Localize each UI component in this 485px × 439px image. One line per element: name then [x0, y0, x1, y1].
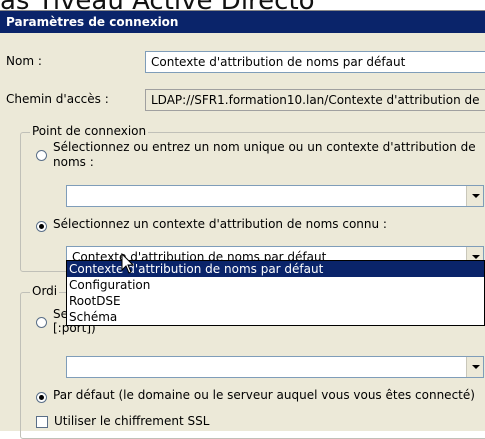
chevron-down-icon[interactable]: [466, 357, 483, 377]
connection-point-legend: Point de connexion: [30, 124, 149, 138]
radio-default-server-label: Par défaut (le domaine ou le serveur auq…: [53, 388, 475, 402]
radio-select-server[interactable]: [36, 317, 47, 328]
distinguished-name-combo[interactable]: [66, 185, 484, 207]
radio-default-server[interactable]: [36, 392, 47, 403]
name-input[interactable]: Contexte d'attribution de noms par défau…: [145, 51, 485, 73]
dropdown-option-schema[interactable]: Schéma: [67, 309, 484, 325]
server-combo[interactable]: [66, 356, 484, 378]
computer-legend: Ordi: [30, 284, 60, 298]
path-field[interactable]: LDAP://SFR1.formation10.lan/Contexte d'a…: [145, 89, 485, 111]
mouse-cursor-icon: [121, 253, 135, 274]
dialog-title: Paramètres de connexion: [0, 11, 485, 33]
dropdown-option-rootdse[interactable]: RootDSE: [67, 293, 484, 309]
radio-enter-name-label: Sélectionnez ou entrez un nom unique ou …: [53, 140, 476, 169]
path-label: Chemin d'accès :: [6, 92, 109, 106]
radio-known-context-label: Sélectionnez un contexte d'attribution d…: [53, 217, 387, 231]
connection-settings-dialog: Paramètres de connexion Nom : Contexte d…: [0, 10, 485, 439]
dropdown-option-configuration[interactable]: Configuration: [67, 277, 484, 293]
radio-known-context[interactable]: [36, 221, 47, 232]
name-label: Nom :: [6, 54, 42, 68]
ssl-checkbox-label: Utiliser le chiffrement SSL: [54, 414, 210, 428]
radio-enter-name[interactable]: [36, 150, 47, 161]
ssl-checkbox[interactable]: [36, 416, 48, 428]
chevron-down-icon[interactable]: [466, 186, 483, 206]
